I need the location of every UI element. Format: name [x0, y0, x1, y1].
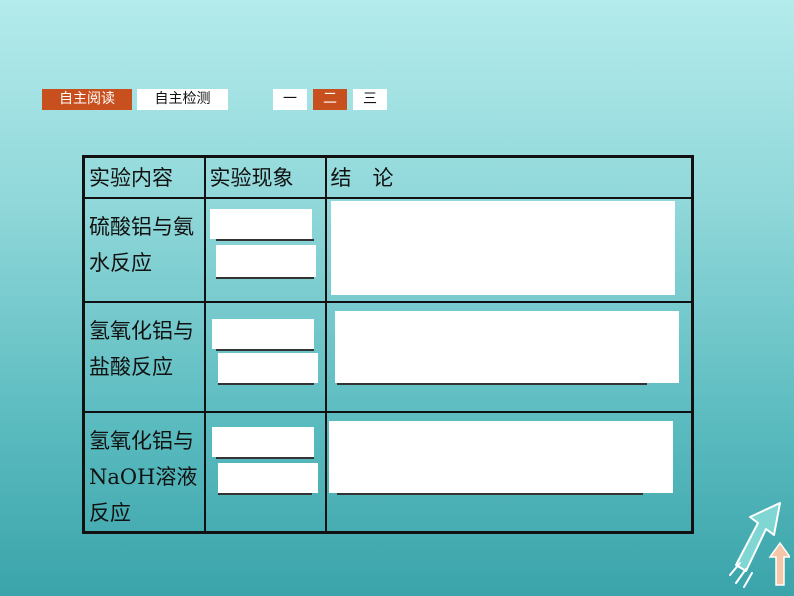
conclusion-cell — [324, 196, 694, 303]
header-conclusion: 结 论 — [324, 155, 694, 199]
answer-cover-box — [330, 200, 675, 295]
table-row: 硫酸铝与氨水反应 — [82, 196, 694, 303]
answer-cover-box — [217, 462, 318, 493]
header-content: 实验内容 — [82, 155, 206, 199]
answer-blank-line — [217, 492, 312, 495]
table-row: 氢氧化铝与NaOH溶液反应 — [82, 410, 694, 533]
table-header-row: 实验内容 实验现象 结 论 — [82, 155, 694, 199]
answer-blank-line — [215, 238, 314, 241]
section-tab-2[interactable]: 二 — [313, 89, 347, 110]
answer-blank-line — [215, 276, 314, 279]
section-tab-1[interactable]: 一 — [273, 89, 307, 110]
answer-blank-line — [215, 348, 314, 351]
answer-blank-line — [217, 382, 314, 385]
conclusion-cell — [324, 410, 694, 533]
answer-cover-box — [215, 244, 316, 277]
conclusion-cell — [324, 300, 694, 413]
answer-cover-box — [211, 318, 314, 349]
answer-blank-line — [336, 382, 647, 385]
phenomenon-cell — [203, 410, 327, 533]
answer-cover-box — [328, 420, 673, 493]
table-row: 氢氧化铝与盐酸反应 — [82, 300, 694, 413]
phenomenon-cell — [203, 300, 327, 413]
tab-self-check[interactable]: 自主检测 — [137, 89, 228, 110]
tab-self-reading[interactable]: 自主阅读 — [42, 89, 132, 110]
answer-cover-box — [217, 352, 318, 383]
answer-blank-line — [215, 456, 314, 459]
row-content-cell: 氢氧化铝与盐酸反应 — [82, 300, 206, 413]
section-tab-3[interactable]: 三 — [353, 89, 387, 110]
row-content-cell: 氢氧化铝与NaOH溶液反应 — [82, 410, 206, 533]
experiment-table: 实验内容 实验现象 结 论 硫酸铝与氨水反应 氢氧化铝与盐酸反应 氢氧化铝与Na… — [82, 155, 694, 534]
phenomenon-cell — [203, 196, 327, 303]
answer-blank-line — [336, 492, 643, 495]
answer-cover-box — [211, 426, 314, 457]
row-content-cell: 硫酸铝与氨水反应 — [82, 196, 206, 303]
decorative-arrow-icon — [729, 502, 790, 588]
answer-cover-box — [334, 310, 679, 383]
header-phenomenon: 实验现象 — [203, 155, 327, 199]
answer-cover-box — [209, 208, 312, 239]
